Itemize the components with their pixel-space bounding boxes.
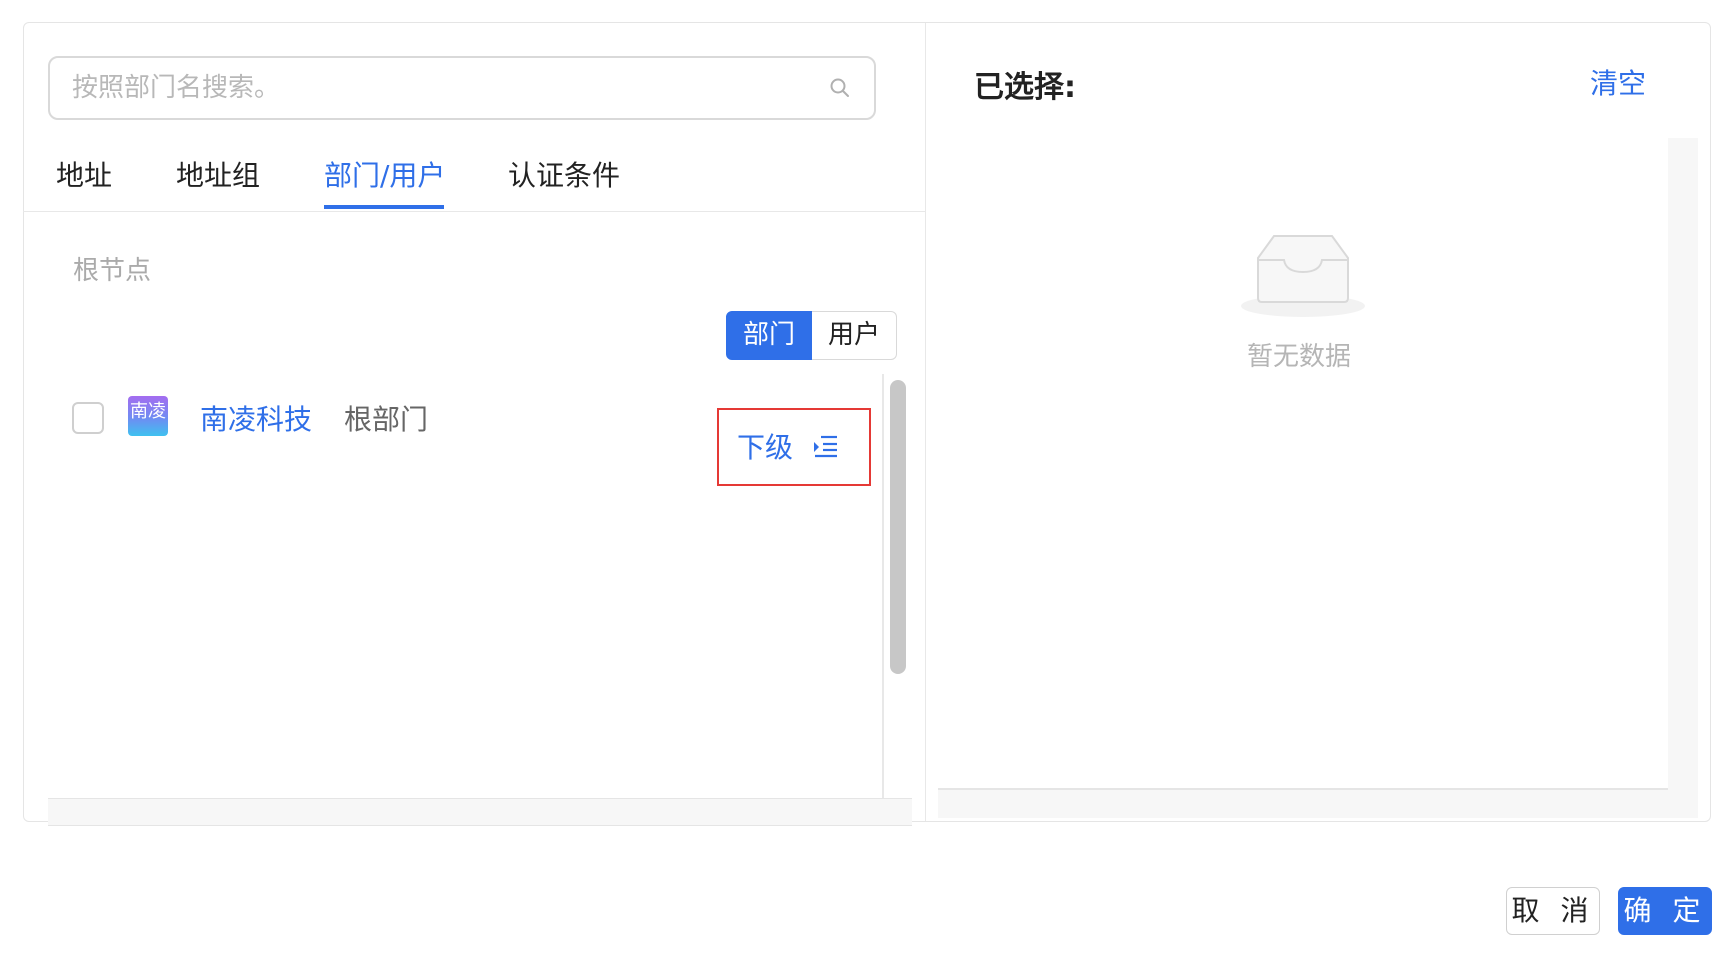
dept-checkbox[interactable]	[72, 402, 104, 434]
clear-button[interactable]: 清空	[1590, 62, 1646, 102]
selected-vertical-scrollbar[interactable]	[1668, 138, 1698, 790]
search-input[interactable]	[72, 58, 812, 118]
selected-title: 已选择:	[974, 70, 1076, 105]
horizontal-scrollbar[interactable]	[48, 798, 912, 826]
toggle-dept-button[interactable]: 部门	[726, 311, 813, 360]
vertical-scrollbar-thumb[interactable]	[890, 380, 906, 674]
dept-avatar-text: 南凌	[130, 401, 166, 422]
active-tab-indicator	[324, 205, 444, 209]
cancel-button[interactable]: 取 消	[1506, 887, 1600, 935]
toggle-user-button[interactable]: 用户	[812, 311, 898, 360]
tab-auth-conditions[interactable]: 认证条件	[508, 156, 620, 212]
search-icon[interactable]	[828, 76, 852, 100]
dept-name[interactable]: 南凌科技	[200, 398, 312, 438]
dept-tag: 根部门	[344, 403, 429, 436]
confirm-button[interactable]: 确 定	[1618, 887, 1712, 935]
search-box	[48, 56, 876, 120]
subordinate-label: 下级	[737, 431, 794, 464]
tab-bar	[23, 150, 926, 212]
dept-avatar: 南凌	[128, 396, 168, 436]
tab-address-group[interactable]: 地址组	[176, 156, 260, 212]
dept-user-toggle: 部门 用户	[726, 311, 898, 360]
breadcrumb-root[interactable]: 根节点	[73, 250, 151, 287]
tab-address[interactable]: 地址	[56, 156, 112, 212]
selected-horizontal-scrollbar[interactable]	[938, 790, 1698, 818]
empty-text: 暂无数据	[1247, 342, 1352, 372]
subordinate-button[interactable]: 下级	[717, 408, 871, 486]
empty-inbox-icon	[1241, 235, 1365, 317]
select-dialog: 地址 地址组 部门/用户 认证条件 根节点 部门 用户 南凌 南凌科技 根部门 …	[0, 0, 1734, 958]
panel-divider	[925, 23, 926, 821]
tab-dept-user[interactable]: 部门/用户	[324, 156, 445, 212]
indent-list-icon	[814, 435, 837, 458]
